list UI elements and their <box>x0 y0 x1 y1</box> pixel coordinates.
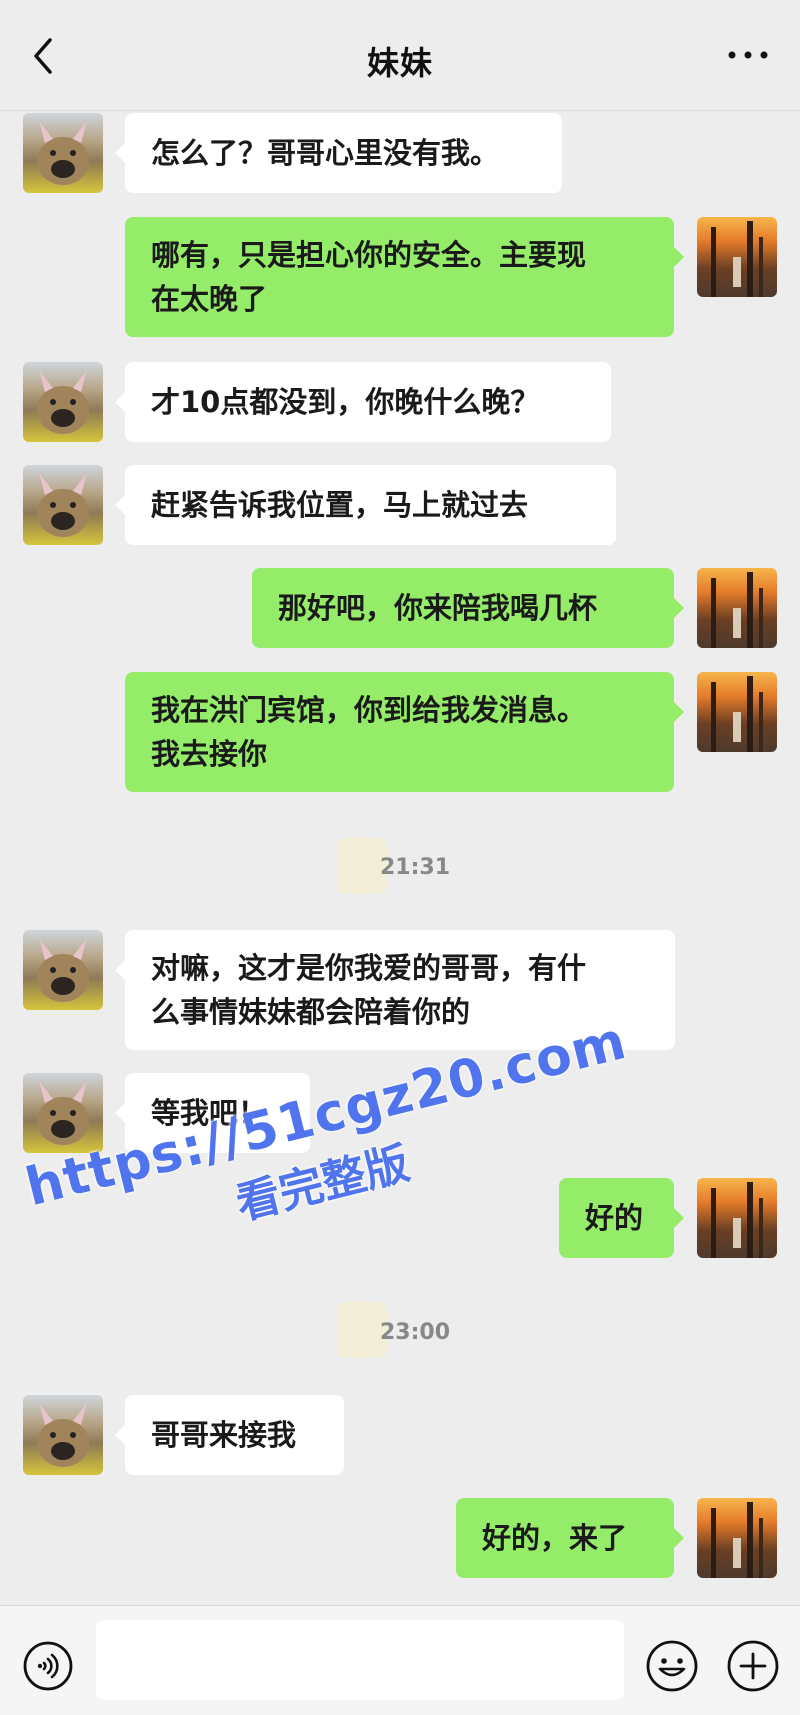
contact-avatar[interactable] <box>23 930 103 1010</box>
message-text: 那好吧，你来陪我喝几杯 <box>278 591 598 625</box>
more-dots-icon[interactable] <box>724 40 772 70</box>
my-avatar[interactable] <box>697 672 777 752</box>
message-text: 在太晚了 <box>151 282 268 316</box>
message-bubble[interactable]: 对嘛，这才是你我爱的哥哥，有什 么事情妹妹都会陪着你的 <box>115 930 675 1050</box>
chat-header: 妹妹 <box>0 0 800 111</box>
contact-avatar[interactable] <box>23 1395 103 1475</box>
message-bubble[interactable]: 好的，来了 <box>456 1498 684 1578</box>
message-bubble[interactable]: 等我吧！ <box>115 1073 310 1153</box>
message-text: 哥哥来接我 <box>151 1418 297 1452</box>
plus-icon[interactable] <box>726 1639 780 1693</box>
message-bubble[interactable]: 好的 <box>559 1178 684 1258</box>
message-text: 我在洪门宾馆，你到给我发消息。 <box>151 693 587 727</box>
message-text: 对嘛，这才是你我爱的哥哥，有什 <box>151 951 587 985</box>
message-bubble[interactable]: 哪有，只是担心你的安全。主要现 在太晚了 <box>125 217 684 337</box>
contact-avatar[interactable] <box>23 465 103 545</box>
message-text: 好的 <box>585 1201 644 1235</box>
timestamp: 23:00 <box>379 1320 451 1345</box>
my-avatar[interactable] <box>697 217 777 297</box>
message-input[interactable] <box>96 1620 624 1700</box>
voice-icon[interactable] <box>22 1640 74 1692</box>
my-avatar[interactable] <box>697 1178 777 1258</box>
message-text: 么事情妹妹都会陪着你的 <box>151 995 471 1029</box>
message-text: 才10点都没到，你晚什么晚？ <box>151 385 540 419</box>
message-bubble[interactable]: 那好吧，你来陪我喝几杯 <box>252 568 684 648</box>
message-text: 我去接你 <box>151 737 268 771</box>
chat-screen: 妹妹 怎么了？哥哥心里没有我。 哪有，只是担心你的安全。主要现 在太晚了 才10… <box>0 0 800 1715</box>
message-bubble[interactable]: 怎么了？哥哥心里没有我。 <box>115 113 562 193</box>
message-text: 等我吧！ <box>151 1096 268 1130</box>
message-text: 怎么了？哥哥心里没有我。 <box>151 136 500 170</box>
message-bubble[interactable]: 才10点都没到，你晚什么晚？ <box>115 362 611 442</box>
timestamp: 21:31 <box>379 855 451 880</box>
emoji-icon[interactable] <box>645 1639 699 1693</box>
message-text: 哪有，只是担心你的安全。主要现 <box>151 238 587 272</box>
message-bubble[interactable]: 哥哥来接我 <box>115 1395 344 1475</box>
message-text: 好的，来了 <box>482 1521 628 1555</box>
contact-avatar[interactable] <box>23 362 103 442</box>
message-bubble[interactable]: 赶紧告诉我位置，马上就过去 <box>115 465 616 545</box>
input-bar <box>0 1605 800 1715</box>
contact-avatar[interactable] <box>23 113 103 193</box>
contact-avatar[interactable] <box>23 1073 103 1153</box>
my-avatar[interactable] <box>697 1498 777 1578</box>
message-bubble[interactable]: 我在洪门宾馆，你到给我发消息。 我去接你 <box>125 672 684 792</box>
chat-title: 妹妹 <box>366 44 433 82</box>
my-avatar[interactable] <box>697 568 777 648</box>
message-text: 赶紧告诉我位置，马上就过去 <box>151 488 529 522</box>
